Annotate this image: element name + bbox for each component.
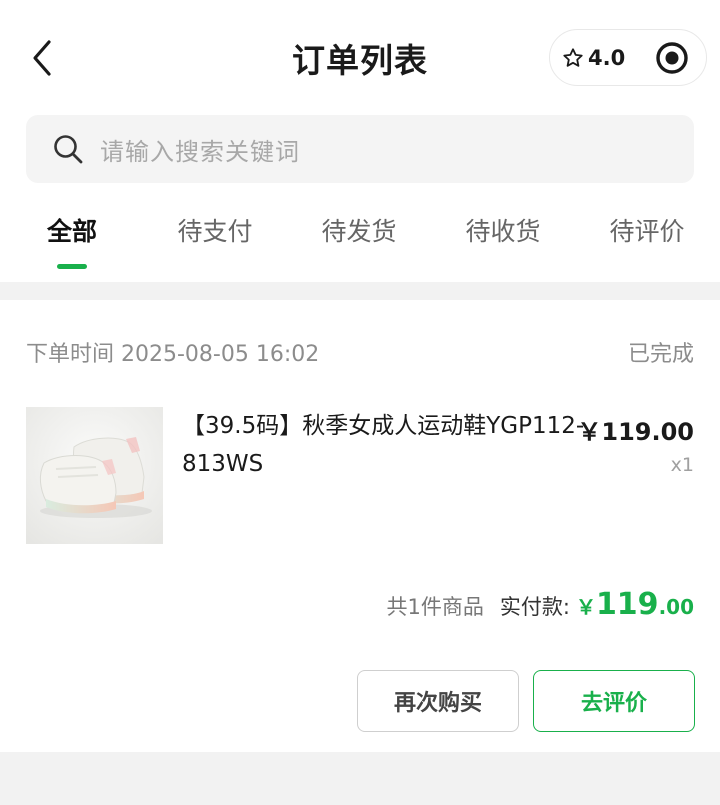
product-price: ￥119.00	[577, 418, 694, 446]
tab-pending-review[interactable]: 待评价	[592, 212, 702, 272]
tab-pending-shipment[interactable]: 待发货	[304, 212, 414, 272]
product-name[interactable]: 【39.5码】秋季女成人运动鞋YGP112-813WS	[182, 407, 602, 483]
search-placeholder: 请输入搜索关键词	[100, 137, 300, 166]
rating-value: 4.0	[588, 45, 626, 70]
rating-button[interactable]: 4.0	[550, 30, 638, 85]
menu-button[interactable]	[638, 30, 706, 85]
order-summary: 共1件商品 实付款: ￥ 119 .00	[386, 587, 694, 622]
search-bar[interactable]: 请输入搜索关键词	[26, 115, 694, 183]
star-outline-icon	[563, 47, 583, 67]
order-tabs: 全部 待支付 待发货 待收货 待评价	[0, 212, 720, 274]
mini-program-capsule: 4.0	[549, 29, 707, 86]
sneaker-photo	[26, 407, 163, 544]
chevron-left-icon	[33, 40, 51, 76]
active-tab-indicator	[57, 264, 87, 269]
target-icon	[656, 41, 688, 74]
paid-amount-integer: 119	[595, 587, 659, 622]
back-button[interactable]	[22, 36, 62, 80]
tab-pending-payment[interactable]: 待支付	[160, 212, 270, 272]
order-card[interactable]: 下单时间 2025-08-05 16:02 已完成 【39.5码】秋季女成人运动…	[0, 300, 720, 752]
paid-label: 实付款:	[499, 595, 570, 619]
tab-all[interactable]: 全部	[26, 212, 118, 272]
product-quantity: x1	[670, 454, 694, 476]
tab-pending-receipt[interactable]: 待收货	[448, 212, 558, 272]
rebuy-button[interactable]: 再次购买	[357, 670, 519, 732]
currency-symbol: ￥	[575, 595, 596, 619]
item-count: 共1件商品	[386, 595, 484, 619]
review-button[interactable]: 去评价	[533, 670, 695, 732]
product-image[interactable]	[26, 407, 163, 544]
paid-amount-decimal: .00	[658, 595, 694, 619]
search-icon	[54, 135, 83, 164]
order-time: 下单时间 2025-08-05 16:02	[26, 342, 320, 367]
header-area: 订单列表 4.0 请输入搜索关键词 全部 待支付 待发货 待收货 待评价	[0, 0, 720, 282]
order-status: 已完成	[627, 342, 694, 367]
